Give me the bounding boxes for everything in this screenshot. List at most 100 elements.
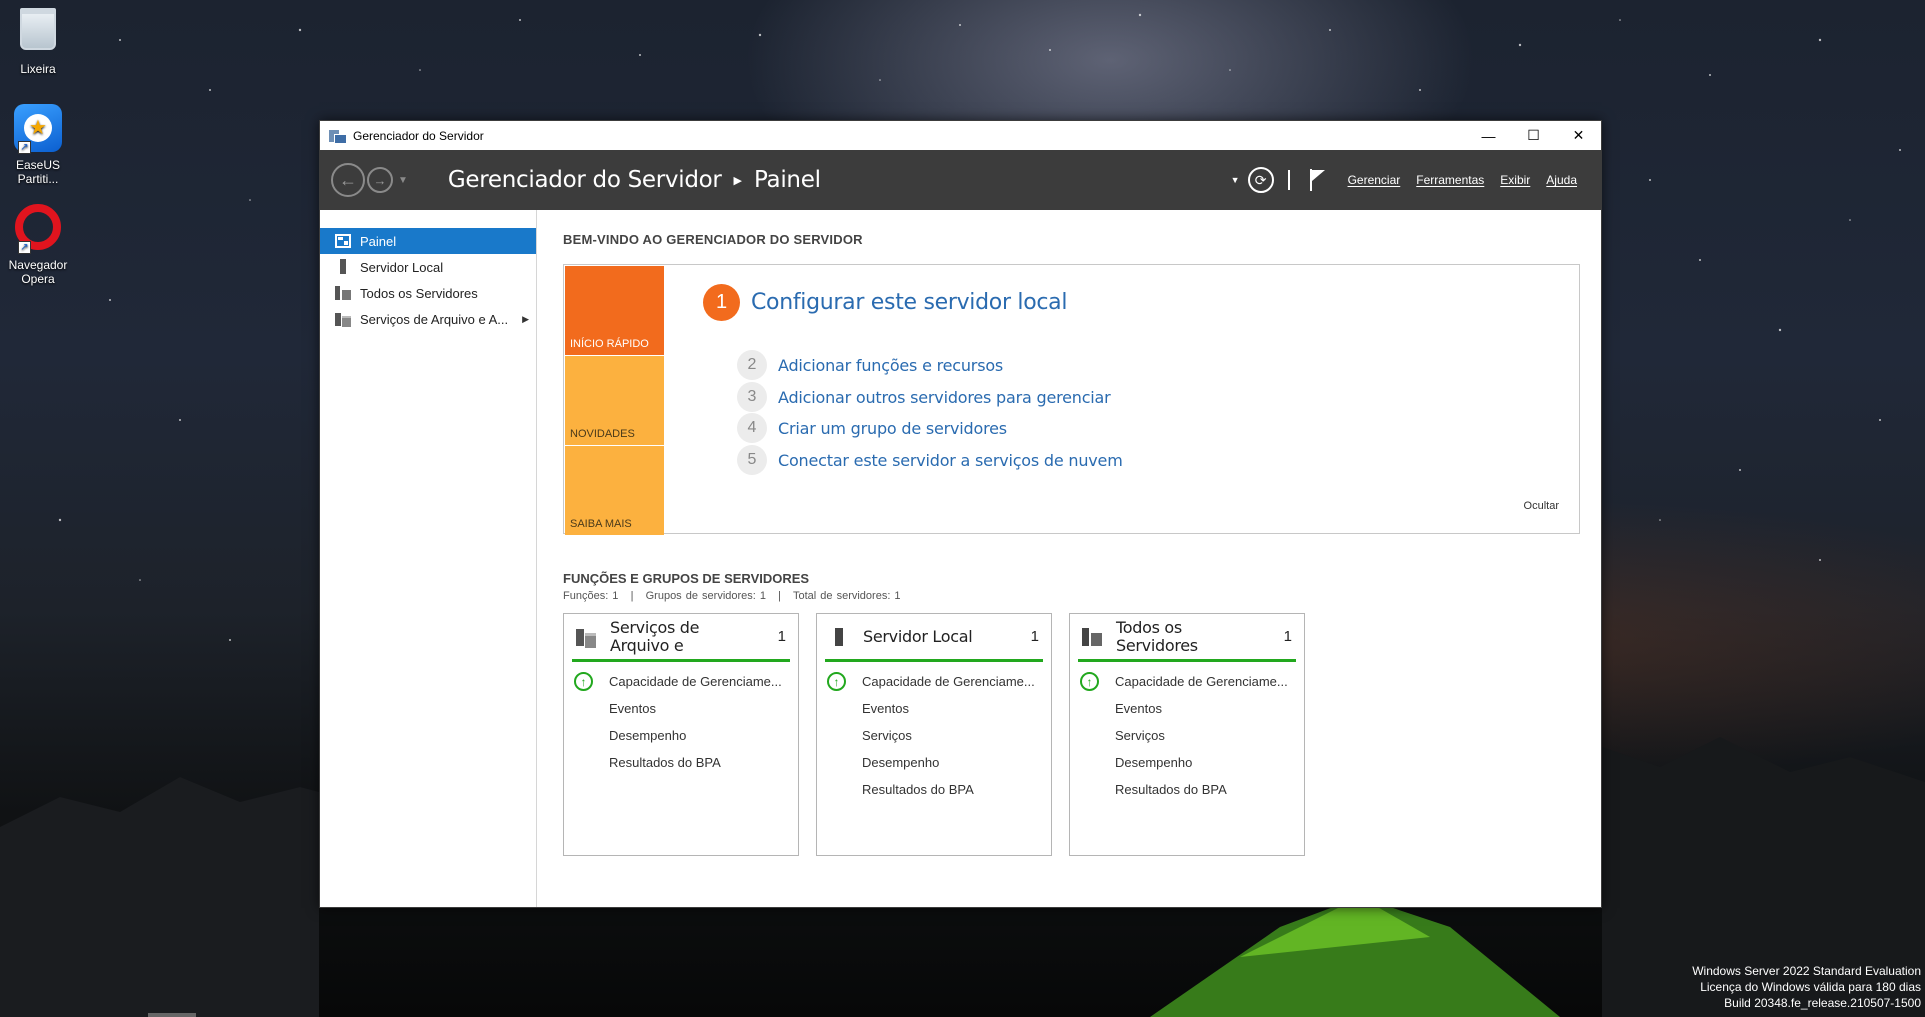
server-manager-window: Gerenciador do Servidor — ☐ ✕ ← → ▼ Gere… — [319, 120, 1602, 908]
server-manager-app-icon — [329, 129, 347, 144]
step-link[interactable]: Conectar este servidor a serviços de nuv… — [778, 451, 1123, 470]
role-card-local-server[interactable]: Servidor Local 1 ↑ Capacidade de Gerencia… — [816, 613, 1052, 856]
row-label: Capacidade de Gerenciame... — [609, 674, 782, 689]
roles-summary: Funções: 1 | Grupos de servidores: 1 | T… — [563, 590, 901, 602]
step-link[interactable]: Configurar este servidor local — [751, 290, 1067, 315]
windows-evaluation-watermark: Windows Server 2022 Standard Evaluation … — [1692, 963, 1921, 1011]
shortcut-arrow-icon: ↗ — [18, 241, 31, 254]
row-label: Capacidade de Gerenciame... — [862, 674, 1035, 689]
card-header[interactable]: Servidor Local 1 — [825, 614, 1043, 662]
card-header[interactable]: Todos os Servidores 1 — [1078, 614, 1296, 662]
window-title: Gerenciador do Servidor — [353, 128, 484, 143]
hide-welcome-link[interactable]: Ocultar — [1524, 500, 1559, 512]
close-button[interactable]: ✕ — [1556, 121, 1601, 150]
row-label: Desempenho — [1115, 755, 1193, 770]
arrow-right-icon: → — [373, 172, 387, 188]
server-icon — [829, 627, 849, 646]
sidebar-item-todos-servidores[interactable]: Todos os Servidores — [320, 280, 536, 306]
window-titlebar[interactable]: Gerenciador do Servidor — ☐ ✕ — [320, 121, 1601, 150]
card-count: 1 — [777, 628, 786, 645]
card-row-manageability[interactable]: ↑ Capacidade de Gerenciame... — [564, 668, 798, 695]
card-row-performance[interactable]: Desempenho — [817, 749, 1051, 776]
card-title: Todos os Servidores — [1116, 617, 1198, 655]
step-add-roles[interactable]: 2 Adicionar funções e recursos — [737, 350, 1003, 380]
sidebar-item-servicos-arquivo[interactable]: Serviços de Arquivo e A... ▶ — [320, 306, 536, 332]
card-row-manageability[interactable]: ↑ Capacidade de Gerenciame... — [1070, 668, 1304, 695]
welcome-panel: INÍCIO RÁPIDO NOVIDADES SAIBA MAIS 1 Con… — [563, 264, 1580, 535]
file-services-icon — [335, 312, 351, 327]
card-row-bpa[interactable]: Resultados do BPA — [817, 776, 1051, 803]
status-ok-icon: ↑ — [574, 672, 593, 691]
breadcrumb-root[interactable]: Gerenciador do Servidor — [448, 167, 722, 193]
tile-whats-new[interactable]: NOVIDADES — [565, 356, 664, 445]
desktop-icon-opera[interactable]: ↗ Navegador Opera — [0, 204, 76, 286]
sidebar-item-label: Servidor Local — [360, 259, 444, 275]
step-link[interactable]: Adicionar funções e recursos — [778, 356, 1003, 375]
refresh-dropdown-icon[interactable]: ▼ — [1231, 175, 1240, 185]
menu-ajuda[interactable]: Ajuda — [1546, 173, 1577, 187]
notifications-flag-icon[interactable] — [1308, 169, 1326, 191]
sidebar-item-painel[interactable]: Painel — [320, 228, 536, 254]
recycle-bin-icon — [20, 8, 56, 50]
desktop-icon-label: Lixeira — [20, 62, 56, 76]
sidebar-item-label: Serviços de Arquivo e A... — [360, 311, 509, 327]
card-row-performance[interactable]: Desempenho — [1070, 749, 1304, 776]
dashboard-content: BEM-VINDO AO GERENCIADOR DO SERVIDOR INÍ… — [538, 210, 1601, 907]
row-label: Resultados do BPA — [862, 782, 974, 797]
menu-exibir[interactable]: Exibir — [1500, 173, 1530, 187]
tile-learn-more[interactable]: SAIBA MAIS — [565, 446, 664, 535]
tile-label: SAIBA MAIS — [570, 518, 632, 530]
row-label: Resultados do BPA — [1115, 782, 1227, 797]
server-icon — [335, 259, 351, 274]
menu-ferramentas[interactable]: Ferramentas — [1416, 173, 1484, 187]
step-configure-local-server[interactable]: 1 Configurar este servidor local — [703, 284, 1067, 321]
card-row-events[interactable]: Eventos — [1070, 695, 1304, 722]
step-link[interactable]: Criar um grupo de servidores — [778, 419, 1007, 438]
card-title: Serviços de Arquivo e Armazenamento — [610, 618, 739, 655]
step-connect-cloud[interactable]: 5 Conectar este servidor a serviços de n… — [737, 445, 1123, 475]
card-row-manageability[interactable]: ↑ Capacidade de Gerenciame... — [817, 668, 1051, 695]
roles-heading: FUNÇÕES E GRUPOS DE SERVIDORES — [563, 571, 810, 586]
refresh-icon[interactable]: ⟳ — [1247, 167, 1274, 193]
back-button[interactable]: ← — [331, 163, 365, 197]
role-card-file-services[interactable]: Serviços de Arquivo e Armazenamento 1 ↑ C… — [563, 613, 799, 856]
menu-gerenciar[interactable]: Gerenciar — [1348, 173, 1401, 187]
card-count: 1 — [1030, 628, 1039, 645]
card-row-services[interactable]: Serviços — [1070, 722, 1304, 749]
card-row-bpa[interactable]: Resultados do BPA — [564, 749, 798, 776]
all-servers-icon — [1082, 627, 1102, 646]
expand-arrow-icon[interactable]: ▶ — [522, 314, 529, 325]
sidebar-item-label: Todos os Servidores — [360, 285, 478, 301]
maximize-button[interactable]: ☐ — [1511, 121, 1556, 150]
row-label: Eventos — [609, 701, 656, 716]
row-label: Desempenho — [609, 728, 687, 743]
watermark-line: Licença do Windows válida para 180 dias — [1700, 980, 1921, 994]
welcome-heading: BEM-VINDO AO GERENCIADOR DO SERVIDOR — [563, 232, 863, 247]
breadcrumb-current: Painel — [754, 167, 821, 193]
row-label: Capacidade de Gerenciame... — [1115, 674, 1288, 689]
tile-quick-start[interactable]: INÍCIO RÁPIDO — [565, 266, 664, 355]
card-row-events[interactable]: Eventos — [817, 695, 1051, 722]
desktop-icon-recycle-bin[interactable]: Lixeira — [0, 8, 76, 76]
card-row-bpa[interactable]: Resultados do BPA — [1070, 776, 1304, 803]
step-add-servers[interactable]: 3 Adicionar outros servidores para geren… — [737, 382, 1111, 412]
navigation-toolbar: ← → ▼ Gerenciador do Servidor ▶ Painel ▼… — [320, 150, 1601, 210]
card-row-performance[interactable]: Desempenho — [564, 722, 798, 749]
all-servers-icon — [335, 286, 351, 300]
step-number-badge: 4 — [737, 413, 767, 443]
minimize-button[interactable]: — — [1466, 121, 1511, 150]
sidebar-item-servidor-local[interactable]: Servidor Local — [320, 254, 536, 280]
step-create-group[interactable]: 4 Criar um grupo de servidores — [737, 413, 1007, 443]
history-dropdown-icon[interactable]: ▼ — [398, 175, 408, 186]
card-row-events[interactable]: Eventos — [564, 695, 798, 722]
row-label: Eventos — [1115, 701, 1162, 716]
card-header[interactable]: Serviços de Arquivo e Armazenamento 1 — [572, 614, 790, 662]
role-card-all-servers[interactable]: Todos os Servidores 1 ↑ Capacidade de Ger… — [1069, 613, 1305, 856]
watermark-line: Build 20348.fe_release.210507-1500 — [1724, 996, 1921, 1010]
step-link[interactable]: Adicionar outros servidores para gerenci… — [778, 388, 1111, 407]
desktop-icon-easeus[interactable]: ★ ↗ EaseUS Partiti... — [0, 104, 76, 186]
forward-button[interactable]: → — [367, 167, 393, 193]
card-row-services[interactable]: Serviços — [817, 722, 1051, 749]
dashboard-icon — [335, 234, 351, 248]
shortcut-arrow-icon: ↗ — [18, 141, 31, 154]
